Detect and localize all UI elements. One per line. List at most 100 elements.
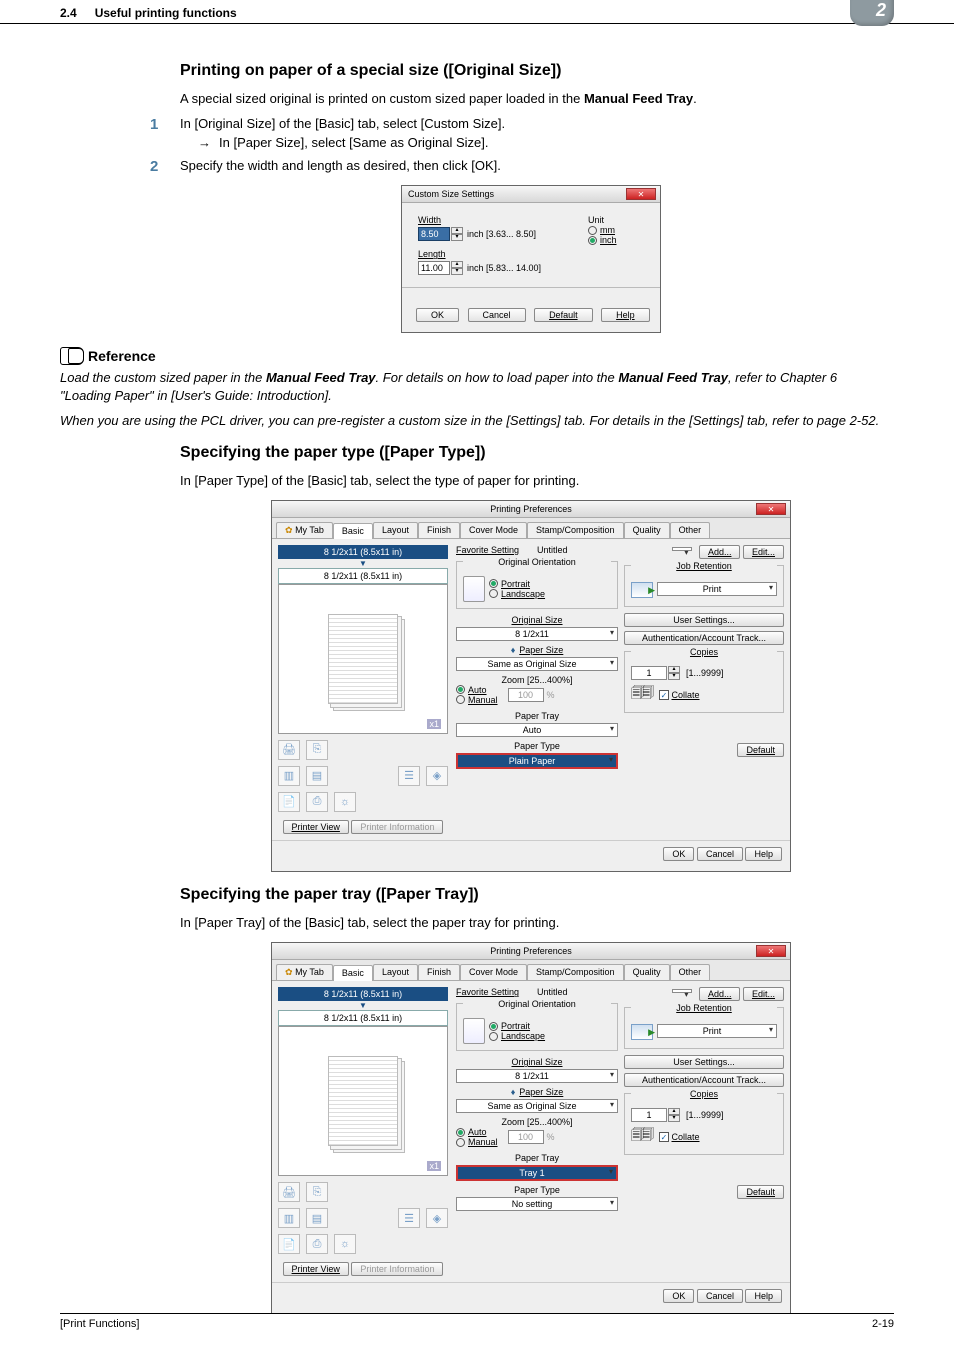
tab-finish[interactable]: Finish	[418, 522, 460, 538]
close-icon[interactable]: ✕	[626, 188, 656, 200]
preview-icon[interactable]: ☼	[334, 792, 356, 812]
papertype-dropdown[interactable]: Plain Paper	[456, 753, 618, 769]
printer-info-button: Printer Information	[351, 820, 443, 834]
preview-icon[interactable]: ⎙	[306, 792, 328, 812]
spin-up[interactable]: ▴	[451, 261, 463, 268]
radio-portrait[interactable]	[489, 579, 498, 588]
spin-down[interactable]: ▾	[451, 234, 463, 241]
preview-icon[interactable]: ☰	[398, 1208, 420, 1228]
papersize-dropdown[interactable]: Same as Original Size	[456, 657, 618, 671]
favorite-dropdown[interactable]	[672, 547, 692, 551]
auth-button[interactable]: Authentication/Account Track...	[624, 1073, 784, 1087]
radio-zoom-auto[interactable]	[456, 685, 465, 694]
papertype-dropdown[interactable]: No setting	[456, 1197, 618, 1211]
radio-zoom-auto[interactable]	[456, 1128, 465, 1137]
close-icon[interactable]: ✕	[756, 503, 786, 515]
origsize-dropdown[interactable]: 8 1/2x11	[456, 1069, 618, 1083]
radio-zoom-manual[interactable]	[456, 695, 465, 704]
radio-landscape[interactable]	[489, 589, 498, 598]
preview-icon[interactable]: ▥	[278, 1208, 300, 1228]
user-settings-button[interactable]: User Settings...	[624, 1055, 784, 1069]
tab-mytab[interactable]: ✿ My Tab	[276, 522, 333, 538]
radio-landscape[interactable]	[489, 1032, 498, 1041]
size-option[interactable]: 8 1/2x11 (8.5x11 in)	[278, 1010, 448, 1026]
tab-basic[interactable]: Basic	[333, 965, 373, 981]
preview-icon[interactable]: ▤	[306, 766, 328, 786]
ok-button[interactable]: OK	[663, 1289, 694, 1303]
tab-cover[interactable]: Cover Mode	[460, 964, 527, 980]
papersize-dropdown[interactable]: Same as Original Size	[456, 1099, 618, 1113]
papertray-dropdown[interactable]: Tray 1	[456, 1165, 618, 1181]
radio-zoom-manual[interactable]	[456, 1138, 465, 1147]
job-dropdown[interactable]: Print	[657, 582, 777, 596]
collate-checkbox[interactable]: ✓	[659, 1132, 669, 1142]
preview-icon[interactable]: ▥	[278, 766, 300, 786]
preview-icon[interactable]: 🖨	[278, 1182, 300, 1202]
preview-icon[interactable]: ⎙	[306, 1234, 328, 1254]
papertray-dropdown[interactable]: Auto	[456, 723, 618, 737]
preview-icon[interactable]: 🖨	[278, 740, 300, 760]
default-button[interactable]: Default	[534, 308, 593, 322]
edit-button[interactable]: Edit...	[743, 545, 784, 559]
tab-finish[interactable]: Finish	[418, 964, 460, 980]
job-dropdown[interactable]: Print	[657, 1024, 777, 1038]
radio-portrait[interactable]	[489, 1022, 498, 1031]
ok-button[interactable]: OK	[663, 847, 694, 861]
copies-input[interactable]: 1	[631, 1108, 667, 1122]
tab-stamp[interactable]: Stamp/Composition	[527, 522, 624, 538]
default-button[interactable]: Default	[737, 1185, 784, 1199]
add-button[interactable]: Add...	[699, 545, 741, 559]
edit-button[interactable]: Edit...	[743, 987, 784, 1001]
spin-down[interactable]: ▾	[451, 268, 463, 275]
radio-mm[interactable]	[588, 226, 597, 235]
cancel-button[interactable]: Cancel	[697, 1289, 743, 1303]
tab-layout[interactable]: Layout	[373, 964, 418, 980]
add-button[interactable]: Add...	[699, 987, 741, 1001]
tab-other[interactable]: Other	[670, 522, 711, 538]
width-input[interactable]	[418, 227, 450, 241]
size-selected[interactable]: 8 1/2x11 (8.5x11 in)	[278, 545, 448, 559]
length-input[interactable]	[418, 261, 450, 275]
tab-other[interactable]: Other	[670, 964, 711, 980]
tab-cover[interactable]: Cover Mode	[460, 522, 527, 538]
ok-button[interactable]: OK	[416, 308, 459, 322]
zoom-input[interactable]: 100	[508, 688, 544, 702]
help-button[interactable]: Help	[745, 1289, 782, 1303]
tab-stamp[interactable]: Stamp/Composition	[527, 964, 624, 980]
printer-view-button[interactable]: Printer View	[283, 1262, 349, 1276]
unit-label: Unit	[588, 215, 644, 225]
preview-icon[interactable]: ☼	[334, 1234, 356, 1254]
tab-basic[interactable]: Basic	[333, 523, 373, 539]
help-button[interactable]: Help	[601, 308, 650, 322]
copies-input[interactable]: 1	[631, 666, 667, 680]
preview-icon[interactable]: 📄	[278, 1234, 300, 1254]
cancel-button[interactable]: Cancel	[468, 308, 526, 322]
preview-icon[interactable]: ◈	[426, 1208, 448, 1228]
collate-checkbox[interactable]: ✓	[659, 690, 669, 700]
tab-quality[interactable]: Quality	[624, 522, 670, 538]
favorite-value: Untitled	[537, 545, 568, 555]
size-option[interactable]: 8 1/2x11 (8.5x11 in)	[278, 568, 448, 584]
tab-mytab[interactable]: ✿ My Tab	[276, 964, 333, 980]
preview-icon[interactable]: ◈	[426, 766, 448, 786]
favorite-dropdown[interactable]	[672, 989, 692, 993]
preview-icon[interactable]: ⎘	[306, 1182, 328, 1202]
spin-up[interactable]: ▴	[451, 227, 463, 234]
radio-inch[interactable]	[588, 236, 597, 245]
help-button[interactable]: Help	[745, 847, 782, 861]
cancel-button[interactable]: Cancel	[697, 847, 743, 861]
size-selected[interactable]: 8 1/2x11 (8.5x11 in)	[278, 987, 448, 1001]
auth-button[interactable]: Authentication/Account Track...	[624, 631, 784, 645]
origsize-dropdown[interactable]: 8 1/2x11	[456, 627, 618, 641]
close-icon[interactable]: ✕	[756, 945, 786, 957]
zoom-input[interactable]: 100	[508, 1130, 544, 1144]
default-button[interactable]: Default	[737, 743, 784, 757]
tab-quality[interactable]: Quality	[624, 964, 670, 980]
user-settings-button[interactable]: User Settings...	[624, 613, 784, 627]
preview-icon[interactable]: ☰	[398, 766, 420, 786]
printer-view-button[interactable]: Printer View	[283, 820, 349, 834]
preview-icon[interactable]: 📄	[278, 792, 300, 812]
preview-icon[interactable]: ▤	[306, 1208, 328, 1228]
preview-icon[interactable]: ⎘	[306, 740, 328, 760]
tab-layout[interactable]: Layout	[373, 522, 418, 538]
